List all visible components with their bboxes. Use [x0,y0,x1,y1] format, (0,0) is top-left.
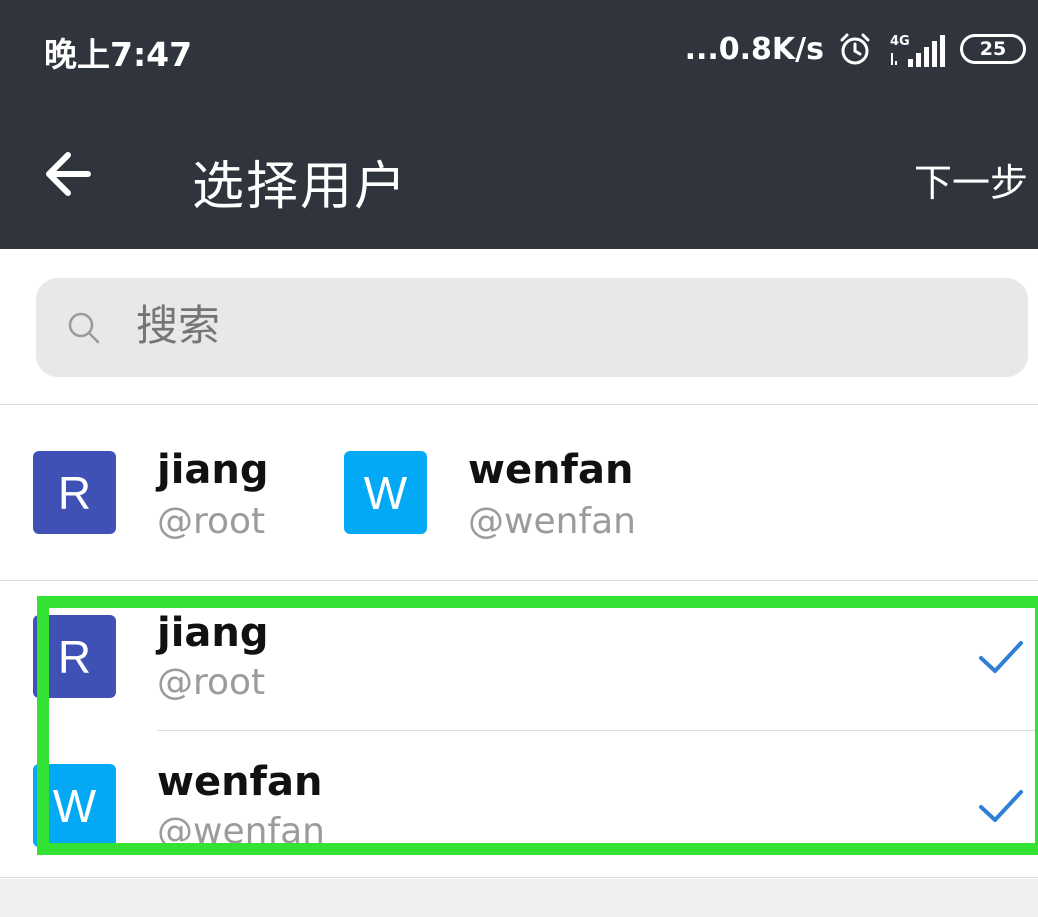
avatar: W [33,764,116,847]
app-bar: 选择用户 下一步 [0,100,1038,249]
user-name: wenfan [157,759,323,805]
bottom-background [0,879,1038,917]
chip-name: wenfan [468,447,634,493]
network-speed: ...0.8K/s [684,31,824,67]
status-indicators: ...0.8K/s 4G 25 [685,28,1026,70]
checkmark-icon [979,790,1023,822]
avatar: W [344,451,427,534]
user-name: jiang [157,610,269,656]
user-row[interactable]: R jiang @root [0,582,1038,731]
chip-name: jiang [157,447,269,493]
battery-level: 25 [979,38,1007,60]
signal-label: 4G [890,34,910,49]
chip-handle: @wenfan [468,501,636,542]
chip-handle: @root [157,501,266,542]
user-list: R jiang @root W wenfan @wenfan [0,582,1038,878]
search-input[interactable] [136,301,736,350]
selected-users-row: R jiang @root W wenfan @wenfan [0,405,1038,581]
cellular-signal-icon: 4G [890,34,945,67]
avatar: R [33,451,116,534]
user-handle: @wenfan [157,811,325,852]
checkmark-icon [979,641,1023,673]
avatar: R [33,615,116,698]
search-section [0,249,1038,405]
status-time: 晚上7:47 [44,35,193,74]
alarm-clock-icon [840,33,870,65]
user-row[interactable]: W wenfan @wenfan [0,731,1038,877]
page-title: 选择用户 [192,157,409,217]
battery-icon: 25 [960,34,1026,64]
user-handle: @root [157,662,266,703]
arrow-left-icon[interactable] [40,144,100,204]
next-step-button[interactable]: 下一步 [914,152,1028,207]
search-icon [68,312,100,344]
status-bar: 晚上7:47 ...0.8K/s 4G 25 [0,0,1038,100]
